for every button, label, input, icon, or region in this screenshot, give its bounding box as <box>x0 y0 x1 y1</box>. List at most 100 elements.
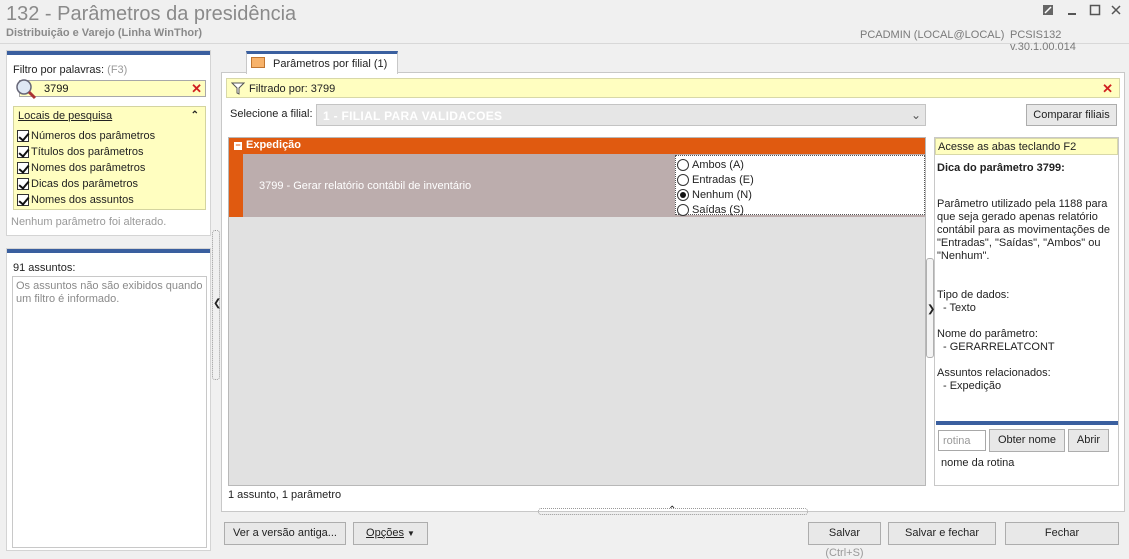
parameter-name-label: Nome do parâmetro: <box>937 328 1038 340</box>
group-indent-strip <box>229 154 243 217</box>
hint-box: Acesse as abas teclando F2 <box>935 138 1118 155</box>
get-name-button[interactable]: Obter nome <box>989 429 1065 452</box>
search-icon <box>14 77 38 104</box>
radio-ambos[interactable]: Ambos (A) <box>677 157 744 172</box>
radio-button[interactable] <box>677 158 689 171</box>
subjects-message: Os assuntos não são exibidos quando um f… <box>16 280 203 305</box>
old-version-label: Ver a versão antiga... <box>233 527 337 539</box>
option-parameter-names[interactable]: Nomes dos parâmetros <box>17 160 145 176</box>
radio-button[interactable] <box>677 203 689 216</box>
routine-input[interactable]: rotina <box>938 430 986 451</box>
options-button[interactable]: Opções ▼ <box>353 522 428 545</box>
related-subjects-value: - Expedição <box>943 380 1002 392</box>
checkbox-icon[interactable] <box>17 162 29 174</box>
group-label: Expedição <box>246 139 302 151</box>
group-header[interactable]: − Expedição <box>229 138 925 154</box>
option-parameter-numbers[interactable]: Números dos parâmetros <box>17 128 155 144</box>
radio-button-selected[interactable] <box>677 188 689 201</box>
version-info: PCSIS132 v.30.1.00.014 <box>1010 29 1076 53</box>
radio-saidas[interactable]: Saídas (S) <box>677 202 744 217</box>
clear-filter-icon[interactable]: ✕ <box>1102 81 1113 97</box>
routine-placeholder: rotina <box>943 435 971 447</box>
option-subject-names[interactable]: Nomes dos assuntos <box>17 192 134 208</box>
options-label: Opções <box>366 527 404 539</box>
radio-label: Saídas (S) <box>692 203 744 216</box>
filter-panel: Filtro por palavras: (F3) 3799 ✕ Locais … <box>6 50 211 236</box>
tab-count: (1) <box>373 58 388 70</box>
minimize-icon[interactable] <box>1064 4 1080 20</box>
parameter-title: 3799 - Gerar relatório contábil de inven… <box>259 180 472 192</box>
save-shortcut: (Ctrl+S) <box>825 547 864 559</box>
subjects-count: 91 assuntos: <box>13 262 76 274</box>
tab-label-text: Parâmetros por filial <box>273 58 371 70</box>
option-label: Nomes dos parâmetros <box>31 162 146 174</box>
option-label: Dicas dos parâmetros <box>31 178 138 190</box>
checkbox-icon[interactable] <box>17 130 29 142</box>
tab-parametros-por-filial[interactable]: Parâmetros por filial (1) <box>246 51 398 74</box>
search-value: 3799 <box>44 83 69 95</box>
search-input[interactable]: 3799 ✕ <box>16 79 206 100</box>
window-title: 132 - Parâmetros da presidência <box>6 3 297 25</box>
collapse-icon[interactable]: ⌃ <box>191 110 199 121</box>
data-type-value: - Texto <box>943 302 976 314</box>
tab-label: Parâmetros por filial (1) <box>273 58 387 70</box>
routine-name: nome da rotina <box>941 457 1015 469</box>
panel-accent-bar <box>7 249 210 253</box>
filter-indicator-bar: Filtrado por: 3799 ✕ <box>226 78 1120 98</box>
radio-entradas[interactable]: Entradas (E) <box>677 172 754 187</box>
change-status: Nenhum parâmetro foi alterado. <box>11 216 167 228</box>
close-button[interactable]: Fechar <box>1005 522 1119 545</box>
filter-label-text: Filtro por palavras: <box>13 64 105 76</box>
close-window-icon[interactable] <box>1108 4 1124 20</box>
option-label: Títulos dos parâmetros <box>31 146 144 158</box>
data-type-label: Tipo de dados: <box>937 289 1010 301</box>
folder-icon <box>251 57 265 68</box>
edit-icon[interactable] <box>1040 4 1056 20</box>
open-button[interactable]: Abrir <box>1068 429 1109 452</box>
hint-text: Acesse as abas teclando F2 <box>938 141 1077 153</box>
filter-indicator-text: Filtrado por: 3799 <box>249 83 336 95</box>
parameters-grid: − Expedição 3799 - Gerar relatório contá… <box>228 137 926 486</box>
hint-title: Dica do parâmetro 3799: <box>937 162 1065 174</box>
maximize-icon[interactable] <box>1087 4 1103 20</box>
chevron-up-icon[interactable]: ⌃ <box>668 505 676 516</box>
checkbox-icon[interactable] <box>17 146 29 158</box>
collapse-group-icon[interactable]: − <box>234 141 242 150</box>
radio-label: Ambos (A) <box>692 158 744 171</box>
checkbox-icon[interactable] <box>17 178 29 190</box>
checkbox-icon[interactable] <box>17 194 29 206</box>
panel-accent-bar <box>7 51 210 55</box>
radio-button[interactable] <box>677 173 689 186</box>
grid-status: 1 assunto, 1 parâmetro <box>228 489 342 501</box>
branch-select[interactable]: 1 - FILIAL PARA VALIDACOES ⌄ <box>316 104 926 126</box>
radio-nenhum[interactable]: Nenhum (N) <box>677 187 752 202</box>
title-bar: 132 - Parâmetros da presidência Distribu… <box>0 0 1129 53</box>
radio-label: Entradas (E) <box>692 173 754 186</box>
old-version-button[interactable]: Ver a versão antiga... <box>224 522 346 545</box>
parameter-value-options: Ambos (A) Entradas (E) Nenhum (N) Saídas… <box>675 155 925 217</box>
clear-search-icon[interactable]: ✕ <box>191 81 202 97</box>
save-button[interactable]: Salvar <box>808 522 881 545</box>
subjects-panel: 91 assuntos: Os assuntos não são exibido… <box>6 248 211 551</box>
save-close-button[interactable]: Salvar e fechar <box>888 522 996 545</box>
subjects-list[interactable]: Os assuntos não são exibidos quando um f… <box>12 276 207 548</box>
window-subtitle: Distribuição e Varejo (Linha WinThor) <box>6 27 203 39</box>
filter-label: Filtro por palavras: (F3) <box>13 64 127 76</box>
filter-shortcut: (F3) <box>107 64 128 76</box>
search-locations-title[interactable]: Locais de pesquisa <box>18 110 112 122</box>
parameter-row[interactable]: 3799 - Gerar relatório contábil de inven… <box>243 154 925 217</box>
compare-branches-button[interactable]: Comparar filiais <box>1026 104 1117 126</box>
related-subjects-label: Assuntos relacionados: <box>937 367 1051 379</box>
branch-value: 1 - FILIAL PARA VALIDACOES <box>323 109 503 123</box>
panel-accent-bar <box>936 421 1118 425</box>
chevron-down-icon[interactable]: ⌄ <box>911 108 921 122</box>
dropdown-arrow-icon: ▼ <box>407 529 415 538</box>
parameter-name-value: - GERARRELATCONT <box>943 341 1055 353</box>
branch-label: Selecione a filial: <box>230 108 313 120</box>
search-locations-box: Locais de pesquisa ⌃ Números dos parâmet… <box>13 106 206 210</box>
option-parameter-titles[interactable]: Títulos dos parâmetros <box>17 144 144 160</box>
option-label: Nomes dos assuntos <box>31 194 134 206</box>
help-pane: Acesse as abas teclando F2 Dica do parâm… <box>934 137 1119 486</box>
radio-label: Nenhum (N) <box>692 188 752 201</box>
option-parameter-hints[interactable]: Dicas dos parâmetros <box>17 176 138 192</box>
